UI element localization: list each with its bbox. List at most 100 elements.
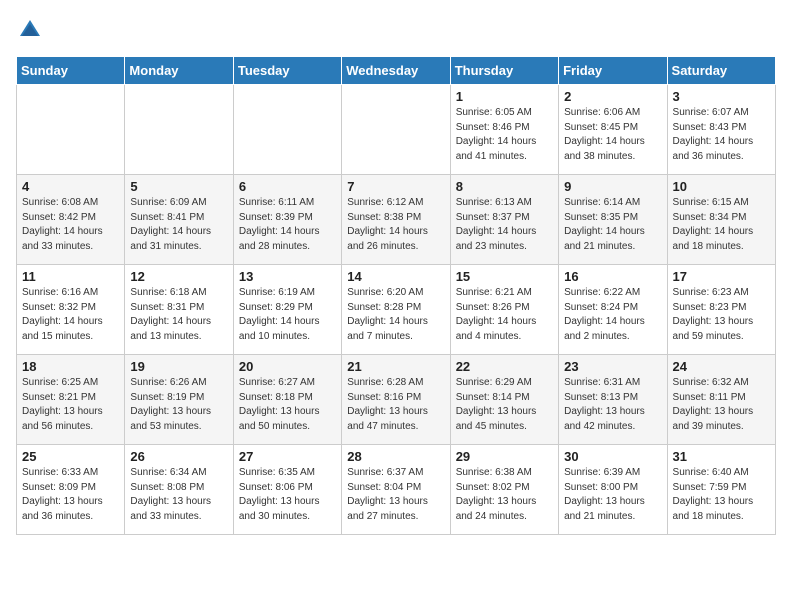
day-number: 6 [239, 179, 336, 194]
calendar-day-cell: 21 Sunrise: 6:28 AM Sunset: 8:16 PM Dayli… [342, 355, 450, 445]
day-info: Sunrise: 6:32 AM Sunset: 8:11 PM Dayligh… [673, 376, 770, 434]
calendar-day-cell: 1 Sunrise: 6:05 AM Sunset: 8:46 PM Daylig… [450, 85, 558, 175]
calendar-day-cell: 12 Sunrise: 6:18 AM Sunset: 8:31 PM Dayli… [125, 265, 233, 355]
calendar-week-row: 11 Sunrise: 6:16 AM Sunset: 8:32 PM Dayli… [17, 265, 776, 355]
logo [16, 16, 48, 44]
calendar-day-cell: 15 Sunrise: 6:21 AM Sunset: 8:26 PM Dayli… [450, 265, 558, 355]
calendar-header: SundayMondayTuesdayWednesdayThursdayFrid… [17, 57, 776, 85]
calendar-day-cell: 14 Sunrise: 6:20 AM Sunset: 8:28 PM Dayli… [342, 265, 450, 355]
day-info: Sunrise: 6:37 AM Sunset: 8:04 PM Dayligh… [347, 466, 444, 524]
day-info: Sunrise: 6:06 AM Sunset: 8:45 PM Dayligh… [564, 106, 661, 164]
calendar-day-cell: 10 Sunrise: 6:15 AM Sunset: 8:34 PM Dayli… [667, 175, 775, 265]
calendar-day-cell: 17 Sunrise: 6:23 AM Sunset: 8:23 PM Dayli… [667, 265, 775, 355]
day-info: Sunrise: 6:33 AM Sunset: 8:09 PM Dayligh… [22, 466, 119, 524]
calendar-table: SundayMondayTuesdayWednesdayThursdayFrid… [16, 56, 776, 535]
day-info: Sunrise: 6:23 AM Sunset: 8:23 PM Dayligh… [673, 286, 770, 344]
day-number: 25 [22, 449, 119, 464]
calendar-day-cell: 29 Sunrise: 6:38 AM Sunset: 8:02 PM Dayli… [450, 445, 558, 535]
day-info: Sunrise: 6:15 AM Sunset: 8:34 PM Dayligh… [673, 196, 770, 254]
day-info: Sunrise: 6:12 AM Sunset: 8:38 PM Dayligh… [347, 196, 444, 254]
day-info: Sunrise: 6:29 AM Sunset: 8:14 PM Dayligh… [456, 376, 553, 434]
calendar-day-cell [342, 85, 450, 175]
calendar-day-cell: 16 Sunrise: 6:22 AM Sunset: 8:24 PM Dayli… [559, 265, 667, 355]
day-number: 30 [564, 449, 661, 464]
weekday-header: Wednesday [342, 57, 450, 85]
day-number: 16 [564, 269, 661, 284]
day-number: 2 [564, 89, 661, 104]
calendar-day-cell: 24 Sunrise: 6:32 AM Sunset: 8:11 PM Dayli… [667, 355, 775, 445]
weekday-header: Sunday [17, 57, 125, 85]
day-number: 27 [239, 449, 336, 464]
calendar-day-cell: 27 Sunrise: 6:35 AM Sunset: 8:06 PM Dayli… [233, 445, 341, 535]
day-info: Sunrise: 6:39 AM Sunset: 8:00 PM Dayligh… [564, 466, 661, 524]
day-number: 14 [347, 269, 444, 284]
day-info: Sunrise: 6:40 AM Sunset: 7:59 PM Dayligh… [673, 466, 770, 524]
day-info: Sunrise: 6:16 AM Sunset: 8:32 PM Dayligh… [22, 286, 119, 344]
weekday-header: Thursday [450, 57, 558, 85]
day-number: 10 [673, 179, 770, 194]
calendar-week-row: 18 Sunrise: 6:25 AM Sunset: 8:21 PM Dayli… [17, 355, 776, 445]
day-info: Sunrise: 6:11 AM Sunset: 8:39 PM Dayligh… [239, 196, 336, 254]
day-number: 15 [456, 269, 553, 284]
day-info: Sunrise: 6:31 AM Sunset: 8:13 PM Dayligh… [564, 376, 661, 434]
calendar-day-cell: 23 Sunrise: 6:31 AM Sunset: 8:13 PM Dayli… [559, 355, 667, 445]
weekday-header: Tuesday [233, 57, 341, 85]
day-number: 23 [564, 359, 661, 374]
weekday-header: Friday [559, 57, 667, 85]
calendar-day-cell: 7Sunrise: 6:12 AM Sunset: 8:38 PM Daylig… [342, 175, 450, 265]
day-number: 9 [564, 179, 661, 194]
calendar-day-cell: 20 Sunrise: 6:27 AM Sunset: 8:18 PM Dayli… [233, 355, 341, 445]
day-info: Sunrise: 6:07 AM Sunset: 8:43 PM Dayligh… [673, 106, 770, 164]
day-number: 28 [347, 449, 444, 464]
calendar-day-cell: 8 Sunrise: 6:13 AM Sunset: 8:37 PM Daylig… [450, 175, 558, 265]
day-number: 8 [456, 179, 553, 194]
day-number: 1 [456, 89, 553, 104]
day-number: 18 [22, 359, 119, 374]
day-number: 22 [456, 359, 553, 374]
day-info: Sunrise: 6:35 AM Sunset: 8:06 PM Dayligh… [239, 466, 336, 524]
day-info: Sunrise: 6:18 AM Sunset: 8:31 PM Dayligh… [130, 286, 227, 344]
day-info: Sunrise: 6:20 AM Sunset: 8:28 PM Dayligh… [347, 286, 444, 344]
day-info: Sunrise: 6:13 AM Sunset: 8:37 PM Dayligh… [456, 196, 553, 254]
calendar-day-cell [125, 85, 233, 175]
day-number: 11 [22, 269, 119, 284]
calendar-day-cell: 31 Sunrise: 6:40 AM Sunset: 7:59 PM Dayli… [667, 445, 775, 535]
calendar-day-cell: 3 Sunrise: 6:07 AM Sunset: 8:43 PM Daylig… [667, 85, 775, 175]
day-number: 3 [673, 89, 770, 104]
day-number: 31 [673, 449, 770, 464]
calendar-day-cell: 26Sunrise: 6:34 AM Sunset: 8:08 PM Dayli… [125, 445, 233, 535]
day-info: Sunrise: 6:05 AM Sunset: 8:46 PM Dayligh… [456, 106, 553, 164]
day-number: 29 [456, 449, 553, 464]
logo-icon [16, 16, 44, 44]
calendar-day-cell [233, 85, 341, 175]
calendar-day-cell: 11 Sunrise: 6:16 AM Sunset: 8:32 PM Dayli… [17, 265, 125, 355]
day-info: Sunrise: 6:38 AM Sunset: 8:02 PM Dayligh… [456, 466, 553, 524]
day-info: Sunrise: 6:19 AM Sunset: 8:29 PM Dayligh… [239, 286, 336, 344]
day-info: Sunrise: 6:22 AM Sunset: 8:24 PM Dayligh… [564, 286, 661, 344]
day-number: 4 [22, 179, 119, 194]
page-header [16, 16, 776, 44]
day-number: 21 [347, 359, 444, 374]
day-info: Sunrise: 6:25 AM Sunset: 8:21 PM Dayligh… [22, 376, 119, 434]
day-info: Sunrise: 6:21 AM Sunset: 8:26 PM Dayligh… [456, 286, 553, 344]
calendar-week-row: 4Sunrise: 6:08 AM Sunset: 8:42 PM Daylig… [17, 175, 776, 265]
day-info: Sunrise: 6:27 AM Sunset: 8:18 PM Dayligh… [239, 376, 336, 434]
calendar-day-cell: 4Sunrise: 6:08 AM Sunset: 8:42 PM Daylig… [17, 175, 125, 265]
day-number: 12 [130, 269, 227, 284]
calendar-day-cell [17, 85, 125, 175]
calendar-day-cell: 30 Sunrise: 6:39 AM Sunset: 8:00 PM Dayli… [559, 445, 667, 535]
day-number: 24 [673, 359, 770, 374]
calendar-day-cell: 6 Sunrise: 6:11 AM Sunset: 8:39 PM Daylig… [233, 175, 341, 265]
day-number: 17 [673, 269, 770, 284]
day-info: Sunrise: 6:28 AM Sunset: 8:16 PM Dayligh… [347, 376, 444, 434]
calendar-body: 1 Sunrise: 6:05 AM Sunset: 8:46 PM Daylig… [17, 85, 776, 535]
calendar-week-row: 25 Sunrise: 6:33 AM Sunset: 8:09 PM Dayli… [17, 445, 776, 535]
calendar-day-cell: 13Sunrise: 6:19 AM Sunset: 8:29 PM Dayli… [233, 265, 341, 355]
day-info: Sunrise: 6:14 AM Sunset: 8:35 PM Dayligh… [564, 196, 661, 254]
day-info: Sunrise: 6:26 AM Sunset: 8:19 PM Dayligh… [130, 376, 227, 434]
calendar-day-cell: 28 Sunrise: 6:37 AM Sunset: 8:04 PM Dayli… [342, 445, 450, 535]
day-number: 20 [239, 359, 336, 374]
calendar-day-cell: 19Sunrise: 6:26 AM Sunset: 8:19 PM Dayli… [125, 355, 233, 445]
calendar-day-cell: 9 Sunrise: 6:14 AM Sunset: 8:35 PM Daylig… [559, 175, 667, 265]
day-number: 26 [130, 449, 227, 464]
